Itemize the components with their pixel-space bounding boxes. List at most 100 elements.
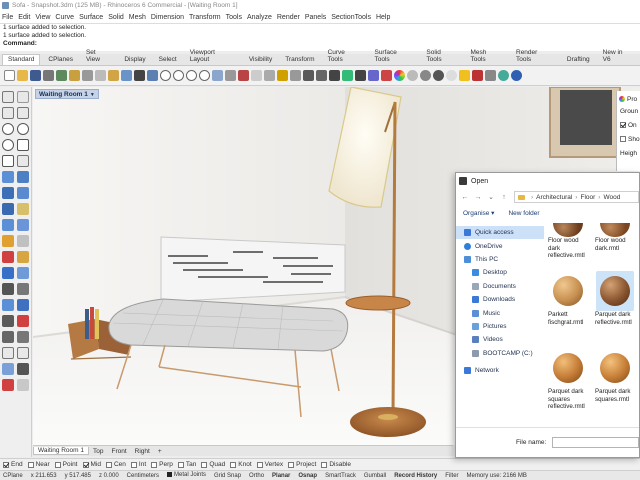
mesh-icon[interactable]: [2, 219, 14, 231]
filter-toggle[interactable]: Filter: [445, 473, 458, 479]
light-icon[interactable]: [459, 70, 470, 81]
add-viewport-tab[interactable]: +: [154, 448, 166, 455]
tab-viewport-layout[interactable]: Viewport Layout: [185, 48, 241, 65]
select-arrow-icon[interactable]: [2, 91, 14, 103]
osnap-point-checkbox[interactable]: [54, 461, 61, 468]
nav-documents[interactable]: Documents: [456, 280, 544, 293]
polyline-icon[interactable]: [2, 107, 14, 119]
copy-icon[interactable]: [95, 70, 106, 81]
back-arrow-icon[interactable]: ←: [460, 194, 470, 201]
move-icon[interactable]: [2, 283, 14, 295]
extrude-icon[interactable]: [2, 187, 14, 199]
tab-standard[interactable]: Standard: [2, 54, 41, 65]
analyze-icon[interactable]: [368, 70, 379, 81]
circle-icon[interactable]: [2, 123, 14, 135]
color-wheel-icon[interactable]: [394, 70, 405, 81]
smarttrack-toggle[interactable]: SmartTrack: [325, 473, 356, 479]
tab-set-view[interactable]: Set View: [81, 48, 116, 65]
tab-right[interactable]: Right: [131, 448, 154, 455]
nav-quick-access[interactable]: Quick access: [456, 226, 544, 240]
osnap-quad-checkbox[interactable]: [201, 461, 208, 468]
mirror-icon[interactable]: [2, 315, 14, 327]
nav-music[interactable]: Music: [456, 306, 544, 319]
check-icon[interactable]: [2, 347, 14, 359]
nav-onedrive[interactable]: OneDrive: [456, 239, 544, 252]
undo-icon[interactable]: [121, 70, 132, 81]
osnap-tan-checkbox[interactable]: [177, 461, 184, 468]
distance-icon[interactable]: [17, 363, 29, 375]
osnap-tan[interactable]: Tan: [177, 461, 196, 468]
render-icon[interactable]: [472, 70, 483, 81]
planar-toggle[interactable]: Planar: [272, 473, 290, 479]
tab-transform[interactable]: Transform: [280, 55, 319, 65]
tab-select[interactable]: Select: [154, 55, 182, 65]
nav-this-pc[interactable]: This PC: [456, 253, 544, 266]
menu-surface[interactable]: Surface: [79, 14, 103, 21]
address-bar[interactable]: › Architectural › Floor › Wood: [514, 191, 639, 203]
nav-desktop[interactable]: Desktop: [456, 266, 544, 279]
join-icon[interactable]: [17, 251, 29, 263]
wireframe-sphere-icon[interactable]: [407, 70, 418, 81]
tools-icon[interactable]: [485, 70, 496, 81]
grid-snap-toggle[interactable]: Grid Snap: [214, 473, 241, 479]
organise-button[interactable]: Organise ▾: [463, 209, 494, 217]
select-icon[interactable]: [251, 70, 262, 81]
rotate-icon[interactable]: [2, 299, 14, 311]
freeform-icon[interactable]: [17, 155, 29, 167]
analysis-icon[interactable]: [2, 363, 14, 375]
menu-analyze[interactable]: Analyze: [247, 14, 272, 21]
shaded-sphere-icon[interactable]: [420, 70, 431, 81]
lock-icon[interactable]: [290, 70, 301, 81]
tab-new-in-v6[interactable]: New in V6: [598, 48, 637, 65]
copy-object-icon[interactable]: [17, 283, 29, 295]
osnap-cen[interactable]: Cen: [105, 461, 126, 468]
command-prompt[interactable]: Command:: [3, 40, 640, 48]
trim-icon[interactable]: [316, 70, 327, 81]
menu-solid[interactable]: Solid: [108, 14, 124, 21]
osnap-end[interactable]: End: [3, 461, 23, 468]
menu-file[interactable]: File: [2, 14, 13, 21]
menu-edit[interactable]: Edit: [18, 14, 30, 21]
osnap-knot[interactable]: Knot: [230, 461, 252, 468]
loft-icon[interactable]: [17, 171, 29, 183]
material-sphere-icon[interactable]: [446, 70, 457, 81]
four-view-icon[interactable]: [212, 70, 223, 81]
nav-pictures[interactable]: Pictures: [456, 320, 544, 333]
hide-icon[interactable]: [264, 70, 275, 81]
point-icon[interactable]: [329, 70, 340, 81]
dimension-icon[interactable]: [2, 331, 14, 343]
tab-render-tools[interactable]: Render Tools: [511, 48, 559, 65]
pan-icon[interactable]: [134, 70, 145, 81]
group-icon[interactable]: [17, 267, 29, 279]
curve-tool-icon[interactable]: [17, 107, 29, 119]
save-icon[interactable]: [30, 70, 41, 81]
arc-icon[interactable]: [17, 123, 29, 135]
nav-downloads[interactable]: Downloads: [456, 293, 544, 306]
new-file-icon[interactable]: [4, 70, 15, 81]
record-history-toggle[interactable]: Record History: [394, 473, 437, 479]
osnap-quad[interactable]: Quad: [201, 461, 225, 468]
tab-surface-tools[interactable]: Surface Tools: [369, 48, 418, 65]
osnap-int-checkbox[interactable]: [130, 461, 137, 468]
tab-top[interactable]: Top: [89, 448, 107, 455]
text-icon[interactable]: [17, 331, 29, 343]
osnap-end-checkbox[interactable]: [3, 461, 9, 468]
boolean-icon[interactable]: [17, 219, 29, 231]
file-tile[interactable]: Floor wood dark.rmtl: [593, 217, 637, 252]
menu-dimension[interactable]: Dimension: [151, 14, 184, 21]
osnap-toggle[interactable]: Osnap: [298, 473, 317, 479]
menu-curve[interactable]: Curve: [55, 14, 74, 21]
tab-mesh-tools[interactable]: Mesh Tools: [466, 48, 509, 65]
menu-transform[interactable]: Transform: [189, 14, 221, 21]
globe-icon[interactable]: [498, 70, 509, 81]
layer-icon[interactable]: [303, 70, 314, 81]
osnap-perp-checkbox[interactable]: [151, 461, 158, 468]
tab-cplanes[interactable]: CPlanes: [43, 55, 78, 65]
open-file-icon[interactable]: [17, 70, 28, 81]
point-tool-icon[interactable]: [17, 91, 29, 103]
show-checkbox[interactable]: [620, 136, 626, 142]
osnap-mid[interactable]: Mid: [82, 461, 101, 468]
scale-icon[interactable]: [17, 299, 29, 311]
menu-mesh[interactable]: Mesh: [129, 14, 146, 21]
menu-render[interactable]: Render: [277, 14, 300, 21]
